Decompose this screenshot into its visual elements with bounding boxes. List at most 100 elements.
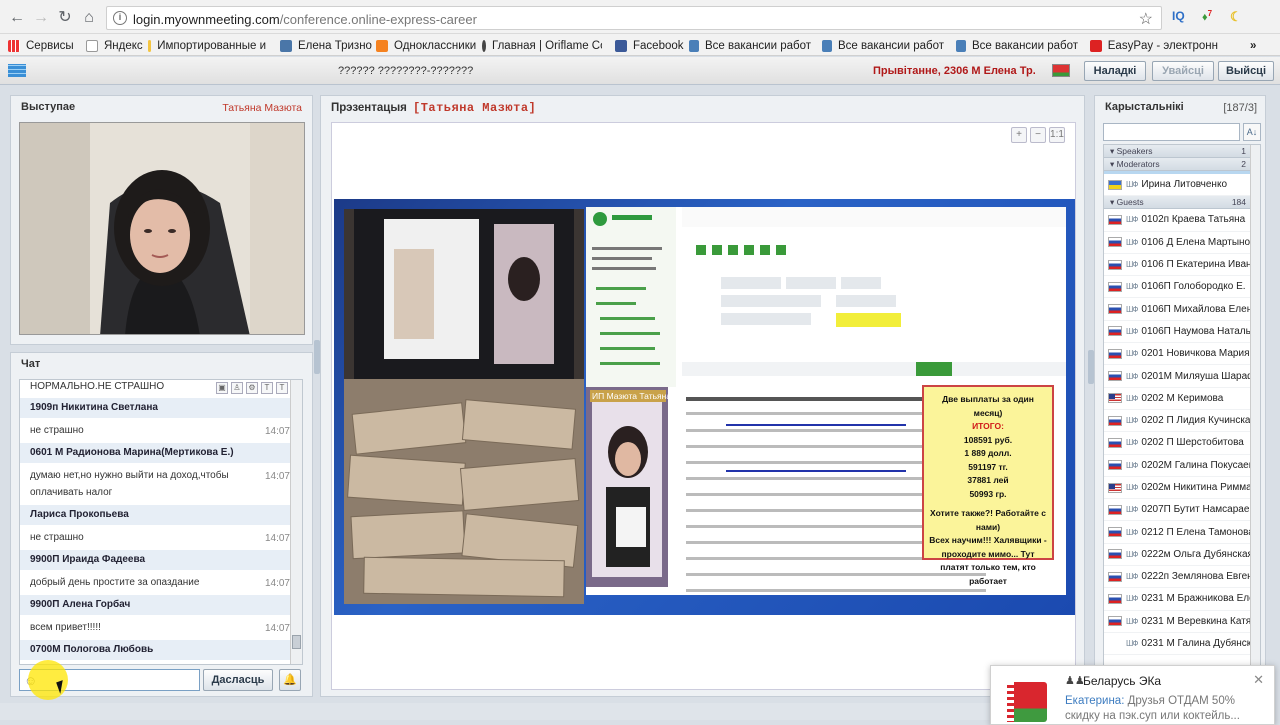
participant-row[interactable]: ШФ 0222м Ольга Дубянская bbox=[1104, 544, 1260, 567]
bookmark-facebook[interactable]: Facebook bbox=[615, 38, 684, 53]
participant-row[interactable]: ШФ 0202 М Керимова bbox=[1104, 388, 1260, 410]
exit-button[interactable]: Выйсці bbox=[1218, 61, 1274, 81]
mic-camera-icon[interactable]: ШФ bbox=[1126, 483, 1138, 492]
info-icon[interactable]: i bbox=[113, 11, 127, 25]
participant-name: 0106 П Екатерина Иванова bbox=[1141, 259, 1260, 271]
bookmark-oriflame[interactable]: Главная | Oriflame Co bbox=[482, 38, 602, 53]
bookmark-easypay[interactable]: EasyPay - электронн bbox=[1090, 38, 1218, 53]
bookmark-jobs-2[interactable]: Все вакансии работ bbox=[822, 38, 944, 53]
bookmark-star-icon[interactable]: ☆ bbox=[1139, 9, 1153, 29]
mic-camera-icon[interactable]: ШФ bbox=[1126, 528, 1138, 537]
belarus-flag-icon[interactable] bbox=[1052, 64, 1070, 77]
participant-row[interactable]: ШФ0201М Миляуша Шарафутдинова bbox=[1104, 365, 1260, 388]
mic-camera-icon[interactable]: ШФ bbox=[1126, 282, 1138, 291]
zoom-in-icon[interactable]: + bbox=[1011, 127, 1027, 143]
send-button[interactable]: Дасласць bbox=[203, 669, 273, 691]
apps-icon bbox=[8, 39, 20, 52]
bookmark-jobs-3[interactable]: Все вакансии работ bbox=[956, 38, 1078, 53]
participants-search-input[interactable] bbox=[1103, 123, 1240, 141]
participant-row[interactable]: ШФ Ирина Литовченко bbox=[1104, 174, 1260, 197]
reload-icon[interactable]: ↻ bbox=[56, 9, 74, 27]
home-icon[interactable]: ⌂ bbox=[80, 9, 98, 27]
fit-page-icon[interactable]: 1:1 bbox=[1049, 127, 1065, 143]
participant-row[interactable]: ШФ 0231 М Веревкина Катя bbox=[1104, 611, 1260, 633]
mic-camera-icon[interactable]: ШФ bbox=[1126, 550, 1138, 559]
app-logo-icon bbox=[8, 64, 26, 77]
mic-camera-icon[interactable]: ШФ bbox=[1126, 505, 1138, 514]
bookmark-services[interactable]: Сервисы bbox=[8, 38, 74, 53]
participants-list[interactable]: ▾ Speakers 1 ▾ Moderators 2 ШФ Ирина Литовч… bbox=[1103, 144, 1261, 690]
chat-message-list[interactable]: НОРМАЛЬНО.НЕ СТРАШНО ▣ ♙ ⚙ T T 1909п Ник… bbox=[19, 379, 303, 665]
bell-icon[interactable]: 🔔 bbox=[279, 669, 301, 691]
bookmark-vk[interactable]: Елена Тризно bbox=[280, 38, 372, 53]
mic-camera-icon[interactable]: ШФ bbox=[1126, 617, 1138, 626]
participant-row[interactable]: ШФ 0231 М Бражникова Елена bbox=[1104, 588, 1260, 611]
mic-camera-icon[interactable]: ШФ bbox=[1126, 639, 1138, 648]
chat-tool-font-icon[interactable]: T bbox=[261, 382, 273, 394]
participants-title: Карыстальнікі bbox=[1105, 101, 1184, 113]
participant-name: 0231 М Галина Дубянская bbox=[1141, 638, 1260, 650]
close-icon[interactable]: ✕ bbox=[1253, 672, 1264, 688]
participant-row[interactable]: ШФ 0202м Никитина Римма bbox=[1104, 477, 1260, 500]
group-guests[interactable]: ▾ Guests 184 bbox=[1104, 196, 1260, 210]
mic-camera-icon[interactable]: ШФ bbox=[1126, 349, 1138, 358]
address-bar[interactable]: i login.myownmeeting.com/conference.onli… bbox=[106, 6, 1162, 30]
more-bookmarks-icon[interactable]: » bbox=[1250, 38, 1256, 53]
participant-row[interactable]: ШФ 0231 М Галина Дубянская bbox=[1104, 633, 1260, 656]
bookmark-yandex[interactable]: Яндекс bbox=[86, 38, 143, 53]
chat-tool-settings-icon[interactable]: ⚙ bbox=[246, 382, 258, 394]
participant-row[interactable]: ШФ 0207П Бутит Намсараева bbox=[1104, 499, 1260, 522]
participant-row[interactable]: ШФ 0212 П Елена Тамонова bbox=[1104, 521, 1260, 544]
mic-camera-icon[interactable]: ШФ bbox=[1126, 260, 1138, 269]
presentation-title: Прэзентацыя bbox=[331, 102, 407, 114]
mic-camera-icon[interactable]: ШФ bbox=[1126, 394, 1138, 403]
mic-camera-icon[interactable]: ШФ bbox=[1126, 180, 1138, 189]
settings-button[interactable]: Наладкі bbox=[1084, 61, 1146, 81]
zoom-out-icon[interactable]: − bbox=[1030, 127, 1046, 143]
mic-camera-icon[interactable]: ШФ bbox=[1126, 238, 1138, 247]
mic-camera-icon[interactable]: ШФ bbox=[1126, 416, 1138, 425]
sort-az-icon[interactable]: A↓ bbox=[1243, 123, 1261, 141]
bookmark-jobs-1[interactable]: Все вакансии работ bbox=[689, 38, 811, 53]
chat-tool-user-icon[interactable]: ♙ bbox=[231, 382, 243, 394]
chat-tool-text-icon[interactable]: T bbox=[276, 382, 288, 394]
participant-row[interactable]: ШФ 0106П Голобородко Е. bbox=[1104, 276, 1260, 299]
chat-message-author: 9900П Алена Горбач bbox=[20, 595, 302, 615]
bookmark-imported[interactable]: Импортированные и bbox=[148, 38, 266, 53]
mic-camera-icon[interactable]: ШФ bbox=[1126, 327, 1138, 336]
chat-scroll-thumb[interactable] bbox=[292, 635, 301, 649]
notification-toast[interactable]: ♟♟ Беларусь ЭКа ✕ Екатерина: Друзья ОТДА… bbox=[990, 665, 1275, 725]
chat-message-author: 0601 М Радионова Марина(Мертикова Е.) bbox=[20, 443, 302, 463]
group-moderators[interactable]: ▾ Moderators 2 bbox=[1104, 158, 1260, 171]
participant-row[interactable]: ШФ 0102п Краева Татьяна bbox=[1104, 209, 1260, 232]
chat-tool-image-icon[interactable]: ▣ bbox=[216, 382, 228, 394]
mic-camera-icon[interactable]: ШФ bbox=[1126, 461, 1138, 470]
forward-icon[interactable]: → bbox=[32, 9, 50, 27]
participant-row[interactable]: ШФ 0106П Наумова Наталья bbox=[1104, 321, 1260, 344]
mic-camera-icon[interactable]: ШФ bbox=[1126, 215, 1138, 224]
back-icon[interactable]: ← bbox=[8, 9, 26, 27]
mic-camera-icon[interactable]: ШФ bbox=[1126, 438, 1138, 447]
moon-extension-icon[interactable]: ☾ bbox=[1230, 9, 1242, 25]
mic-camera-icon[interactable]: ШФ bbox=[1126, 572, 1138, 581]
mic-camera-icon[interactable]: ШФ bbox=[1126, 594, 1138, 603]
ok-icon bbox=[376, 39, 388, 52]
participant-row[interactable]: ШФ 0106П Михайлова Елена bbox=[1104, 298, 1260, 321]
participant-row[interactable]: ШФ 0222п Землянова Евгения bbox=[1104, 566, 1260, 589]
chat-scrollbar[interactable] bbox=[290, 380, 302, 664]
participant-row[interactable]: ШФ 0106 Д Елена Мартынова bbox=[1104, 232, 1260, 254]
extension-badge-icon[interactable]: ♦7 bbox=[1202, 9, 1212, 24]
participant-row[interactable]: ШФ 0106 П Екатерина Иванова bbox=[1104, 254, 1260, 277]
iq-extension-icon[interactable]: IQ bbox=[1172, 9, 1185, 23]
participants-scrollbar[interactable] bbox=[1250, 145, 1260, 689]
mic-camera-icon[interactable]: ШФ bbox=[1126, 372, 1138, 381]
participant-row[interactable]: ШФ 0202 П Шерстобитова bbox=[1104, 432, 1260, 455]
bookmark-ok[interactable]: Одноклассники bbox=[376, 38, 476, 53]
user-greeting: Прывітанне, 2306 М Елена Тр... bbox=[873, 65, 1035, 77]
mic-camera-icon[interactable]: ШФ bbox=[1126, 305, 1138, 314]
participant-row[interactable]: ШФ 0202М Галина Покусаева bbox=[1104, 455, 1260, 477]
participant-row[interactable]: ШФ 0202 П Лидия Кучинская bbox=[1104, 410, 1260, 433]
group-speakers[interactable]: ▾ Speakers 1 bbox=[1104, 145, 1260, 158]
login-button[interactable]: Увайсці bbox=[1152, 61, 1214, 81]
participant-row[interactable]: ШФ 0201 Новичкова Мария bbox=[1104, 343, 1260, 366]
